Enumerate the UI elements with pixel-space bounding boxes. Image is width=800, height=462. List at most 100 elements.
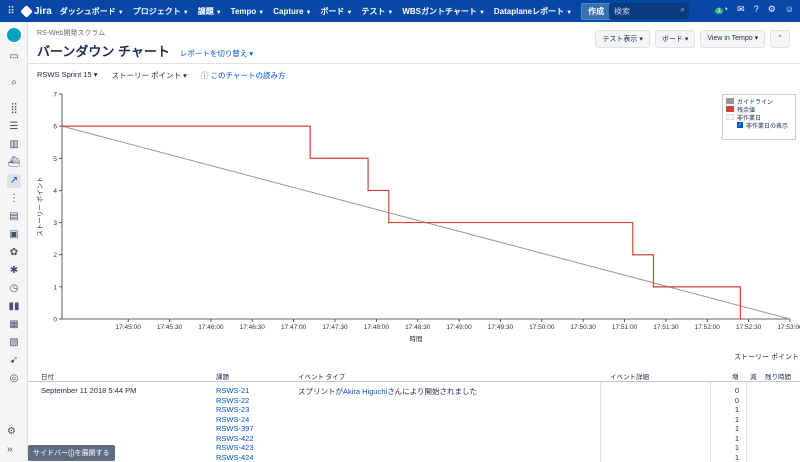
clock-icon[interactable]: ◷: [7, 282, 21, 296]
x-tick-label: 17:50:00: [529, 324, 555, 331]
y-tick-label: 4: [53, 188, 57, 195]
table-icon[interactable]: ▦: [7, 318, 21, 332]
x-tick-label: 17:51:30: [653, 324, 679, 331]
settings-ring-icon[interactable]: ◎: [7, 372, 21, 386]
col-event-detail: イベント詳細: [610, 374, 649, 381]
view-in-tempo-button[interactable]: View in Tempo ▾: [700, 30, 766, 48]
issue-link[interactable]: RSWS-21: [216, 386, 254, 396]
estimate-selector[interactable]: ストーリー ポイント ▾: [111, 70, 186, 81]
x-tick-label: 17:53:00: [777, 324, 800, 331]
point-value: 1: [734, 433, 740, 443]
x-tick-label: 17:48:30: [405, 324, 431, 331]
nav-dashboard[interactable]: ダッシュボード ▼: [60, 6, 124, 17]
issue-link[interactable]: RSWS-423: [216, 443, 254, 453]
issue-link[interactable]: RSWS-24: [216, 415, 254, 425]
issues-icon[interactable]: ▤: [7, 210, 21, 224]
releases-icon[interactable]: ⛴: [7, 156, 21, 170]
settings-icon[interactable]: ⚙: [7, 426, 16, 437]
collapse-header-button[interactable]: ⌃: [770, 30, 790, 48]
project-name[interactable]: RS-Web開発スクラム: [37, 28, 253, 38]
nav-tests[interactable]: テスト ▼: [361, 6, 393, 17]
show-non-working-checkbox[interactable]: ✓ 非作業日の表示: [726, 121, 792, 130]
switch-report-dropdown[interactable]: レポートを切り替え ▾: [180, 48, 253, 59]
user-avatar[interactable]: ☺: [785, 4, 794, 15]
remaining-series: [62, 125, 741, 319]
nav-issues[interactable]: 課題 ▼: [198, 6, 222, 17]
x-tick-label: 17:50:30: [571, 324, 597, 331]
x-tick-label: 17:47:30: [322, 324, 348, 331]
components-icon[interactable]: ⋮: [7, 192, 21, 206]
issue-link[interactable]: RSWS-23: [216, 405, 254, 415]
board-button[interactable]: ボード ▾: [654, 30, 696, 48]
add-ons-icon[interactable]: ✿: [7, 246, 21, 260]
columns-icon[interactable]: ▮▮: [7, 300, 21, 314]
col-issue: 課題: [216, 374, 229, 381]
issue-link[interactable]: RSWS-22: [216, 396, 254, 406]
sprint-selector[interactable]: RSWS Sprint 15 ▾: [37, 70, 97, 81]
x-tick-label: 17:46:00: [198, 324, 224, 331]
header-divider: [28, 63, 800, 64]
top-navigation: ⠿ Jira ダッシュボード ▼ プロジェクト ▼ 課題 ▼ Tempo ▼ Captu…: [0, 0, 800, 22]
app-switcher-icon[interactable]: ⠿: [0, 6, 22, 17]
remaining-point: [367, 189, 369, 192]
col-remaining: 残り時間: [765, 374, 791, 381]
reports-icon[interactable]: ↗: [7, 174, 21, 188]
settings-icon[interactable]: ⚙: [768, 4, 776, 15]
test-view-button[interactable]: テスト表示 ▾: [595, 30, 650, 48]
x-tick-label: 17:52:00: [695, 324, 721, 331]
help-icon: ⓘ: [200, 71, 209, 80]
jira-logo[interactable]: Jira: [20, 4, 52, 18]
non-working-swatch: [726, 114, 734, 120]
checkbox-checked-icon: ✓: [737, 122, 743, 128]
project-avatar[interactable]: [5, 26, 23, 44]
active-sprint-icon[interactable]: ▥: [7, 138, 21, 152]
event-description: スプリントがAkira Higuchiさんにより開始されました: [298, 387, 478, 396]
rocket-icon[interactable]: ➹: [7, 354, 21, 368]
board-icon[interactable]: ▭: [7, 50, 21, 64]
apps-icon[interactable]: ⣿: [7, 102, 21, 116]
remaining-point: [309, 157, 311, 160]
guideline-swatch: [726, 98, 734, 104]
nav-boards[interactable]: ボード ▼: [320, 6, 352, 17]
y-tick-label: 7: [53, 92, 57, 99]
point-value: 1: [734, 452, 740, 462]
nav-projects[interactable]: プロジェクト ▼: [133, 6, 189, 17]
remaining-swatch: [726, 106, 734, 112]
remaining-point: [739, 318, 742, 320]
col-event-type: イベント タイプ: [298, 374, 346, 381]
expand-sidebar-icon[interactable]: »: [7, 444, 13, 455]
point-value: 1: [734, 443, 740, 452]
issue-link[interactable]: RSWS-422: [216, 434, 254, 444]
story-points-header: ストーリー ポイント: [734, 354, 799, 361]
x-tick-label: 17:52:30: [736, 324, 762, 331]
search-input[interactable]: 検索 ⌕: [609, 3, 689, 19]
create-button[interactable]: 作成: [581, 2, 612, 20]
remaining-point: [387, 221, 390, 224]
x-tick-label: 17:45:00: [116, 324, 142, 331]
nav-dataplane[interactable]: Dataplaneレポート ▼: [494, 6, 572, 17]
megaphone-icon[interactable]: ✉: [737, 4, 745, 15]
tests-icon[interactable]: ▣: [7, 228, 21, 242]
table-header: 日付 課題 イベント タイプ イベント詳細 増 減 残り時間: [28, 368, 800, 382]
event-date: September 11 2018 5:44 PM: [41, 386, 137, 395]
issue-link[interactable]: RSWS-397: [216, 424, 254, 434]
column-divider: [746, 382, 747, 462]
nav-tempo[interactable]: Tempo ▼: [231, 7, 265, 16]
nav-capture[interactable]: Capture ▼: [273, 7, 311, 16]
expand-sidebar-tooltip: サイドバー([)を展開する: [28, 445, 115, 461]
help-icon[interactable]: ?: [754, 4, 759, 15]
remaining-point: [652, 286, 655, 288]
x-tick-label: 17:47:00: [281, 324, 307, 331]
issue-link[interactable]: RSWS-424: [216, 453, 254, 462]
x-tick-label: 17:45:30: [157, 324, 183, 331]
backlog-icon[interactable]: ☰: [7, 120, 21, 134]
chart-help-link[interactable]: ⓘ このチャートの読み方: [201, 70, 286, 81]
y-tick-label: 1: [53, 284, 57, 291]
y-tick-label: 2: [53, 252, 57, 259]
nav-wbs-gantt[interactable]: WBSガントチャート ▼: [402, 6, 485, 17]
bug-icon[interactable]: ✱: [7, 264, 21, 278]
search-icon[interactable]: ⌕: [7, 76, 21, 90]
user-link[interactable]: Akira Higuchi: [343, 387, 387, 396]
notifications-icon[interactable]: 1 ◔: [715, 4, 728, 15]
calendar-icon[interactable]: ▧: [7, 336, 21, 350]
